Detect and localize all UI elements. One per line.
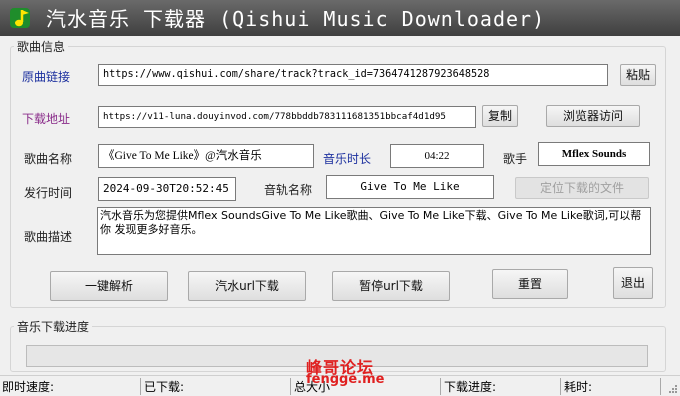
status-elapsed: 耗时: [564,380,593,394]
status-download-progress: 下载进度: [444,380,497,394]
pause-url-download-button[interactable]: 暂停url下载 [332,271,450,301]
track-name-input[interactable]: Give To Me Like [326,175,494,199]
singer-label: 歌手 [503,152,528,166]
status-divider [440,378,441,395]
exit-button[interactable]: 退出 [613,267,653,299]
song-info-group-title: 歌曲信息 [14,38,69,55]
parse-button[interactable]: 一键解析 [50,271,168,301]
music-note-icon [10,8,30,28]
status-divider [140,378,141,395]
browser-visit-button[interactable]: 浏览器访问 [546,105,640,127]
watermark-en: fengge.me [306,372,385,387]
download-url-label: 下载地址 [22,112,71,126]
duration-input[interactable]: 04:22 [390,144,484,168]
reset-button[interactable]: 重置 [492,269,568,299]
release-time-input[interactable]: 2024-09-30T20:52:45 [98,177,236,201]
resize-grip-icon[interactable] [668,384,678,394]
track-name-label: 音轨名称 [264,183,313,197]
release-time-label: 发行时间 [24,186,73,200]
status-divider [290,378,291,395]
source-link-input[interactable]: https://www.qishui.com/share/track?track… [98,64,608,86]
download-progress-group-title: 音乐下载进度 [14,318,93,335]
locate-file-button[interactable]: 定位下载的文件 [515,177,649,199]
status-downloaded: 已下载: [144,380,185,394]
description-textarea[interactable]: 汽水音乐为您提供Mflex SoundsGive To Me Like歌曲、Gi… [97,207,651,255]
qishui-url-download-button[interactable]: 汽水url下载 [188,271,306,301]
download-url-input[interactable]: https://v11-luna.douyinvod.com/778bbddb7… [98,106,476,128]
window-title: 汽水音乐 下载器 (Qishui Music Downloader) [46,7,546,31]
title-bar: 汽水音乐 下载器 (Qishui Music Downloader) [0,0,680,36]
copy-button[interactable]: 复制 [482,105,518,127]
singer-input[interactable]: Mflex Sounds [538,142,650,166]
status-divider [660,378,661,395]
source-link-label: 原曲链接 [22,70,71,84]
song-name-label: 歌曲名称 [24,152,73,166]
status-speed: 即时速度: [2,380,55,394]
status-divider [560,378,561,395]
song-name-input[interactable]: 《Give To Me Like》@汽水音乐 [98,144,314,168]
paste-button[interactable]: 粘贴 [620,64,656,86]
description-label: 歌曲描述 [24,230,73,244]
duration-label: 音乐时长 [323,152,372,166]
